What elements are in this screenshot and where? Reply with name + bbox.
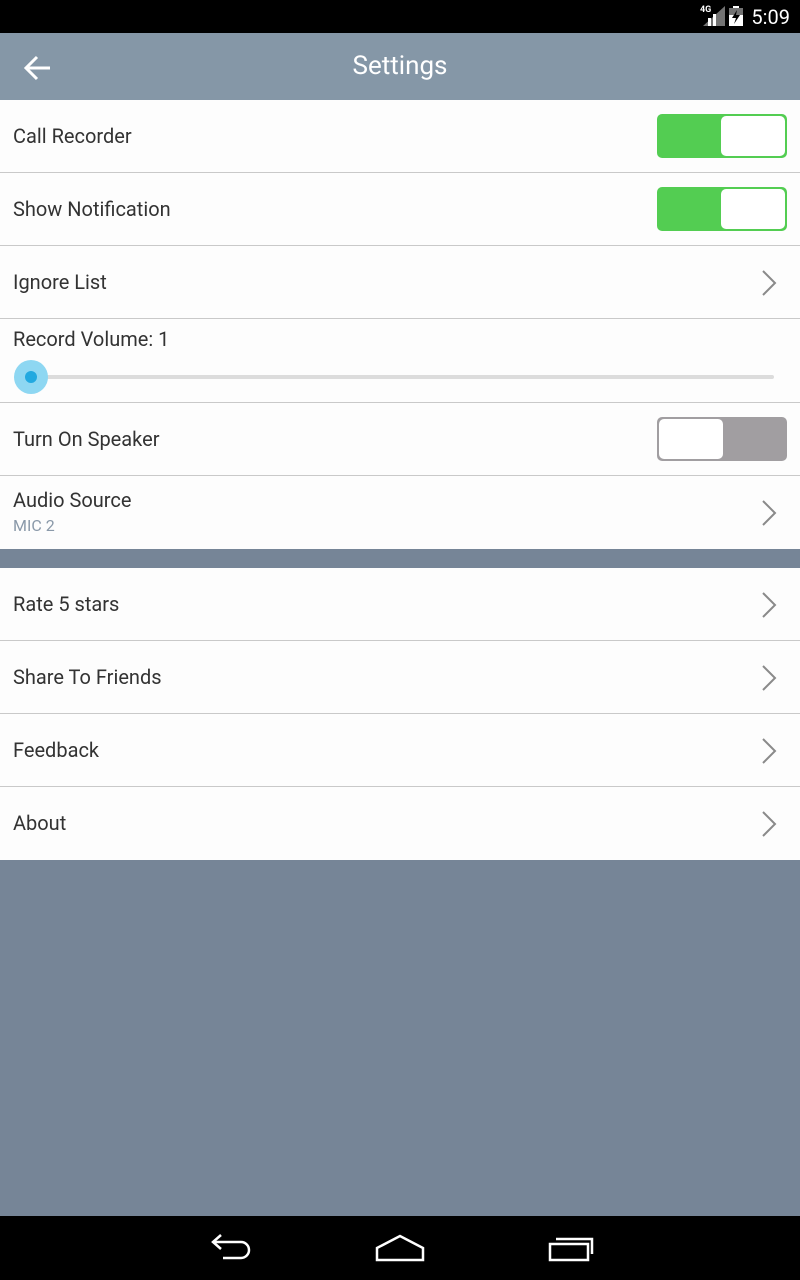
chevron-right-icon (762, 665, 777, 691)
audio-source-value: MIC 2 (13, 516, 55, 535)
status-bar: 4G 5:09 (0, 0, 800, 33)
chevron-right-icon (762, 500, 777, 526)
call-recorder-label: Call Recorder (13, 124, 132, 148)
about-row[interactable]: About (0, 787, 800, 860)
share-label: Share To Friends (13, 665, 162, 689)
turn-on-speaker-label: Turn On Speaker (13, 427, 160, 451)
chevron-right-icon (762, 811, 777, 837)
call-recorder-toggle[interactable] (657, 114, 787, 158)
share-row[interactable]: Share To Friends (0, 641, 800, 714)
show-notification-label: Show Notification (13, 197, 171, 221)
toggle-knob (721, 116, 785, 156)
home-nav-icon[interactable] (374, 1230, 426, 1266)
record-volume-label: Record Volume: 1 (13, 327, 170, 351)
audio-source-row[interactable]: Audio Source MIC 2 (0, 476, 800, 549)
turn-on-speaker-toggle[interactable] (657, 417, 787, 461)
signal-icon (703, 6, 725, 26)
slider-thumb-dot (25, 371, 37, 383)
recent-apps-nav-icon[interactable] (546, 1230, 596, 1266)
clock: 5:09 (751, 5, 790, 29)
battery-charging-icon (729, 6, 743, 26)
extras-group: Rate 5 stars Share To Friends Feedback A… (0, 568, 800, 860)
ignore-list-row[interactable]: Ignore List (0, 246, 800, 319)
toggle-knob (659, 419, 723, 459)
record-volume-row: Record Volume: 1 (0, 319, 800, 403)
audio-source-label: Audio Source (13, 488, 132, 512)
feedback-label: Feedback (13, 738, 100, 762)
call-recorder-row: Call Recorder (0, 100, 800, 173)
app-bar: Settings (0, 33, 800, 100)
ignore-list-label: Ignore List (13, 270, 107, 294)
page-title: Settings (352, 51, 448, 81)
show-notification-row: Show Notification (0, 173, 800, 246)
back-nav-icon[interactable] (205, 1230, 255, 1266)
feedback-row[interactable]: Feedback (0, 714, 800, 787)
system-nav-bar (0, 1216, 800, 1280)
show-notification-toggle[interactable] (657, 187, 787, 231)
volume-slider-thumb[interactable] (14, 360, 48, 394)
chevron-right-icon (762, 738, 777, 764)
rate-label: Rate 5 stars (13, 592, 120, 616)
toggle-knob (721, 189, 785, 229)
turn-on-speaker-row: Turn On Speaker (0, 403, 800, 476)
chevron-right-icon (762, 592, 777, 618)
about-label: About (13, 811, 67, 835)
chevron-right-icon (762, 270, 777, 296)
settings-group: Call Recorder Show Notification Ignore L… (0, 100, 800, 549)
rate-row[interactable]: Rate 5 stars (0, 568, 800, 641)
volume-slider-track[interactable] (31, 375, 774, 379)
